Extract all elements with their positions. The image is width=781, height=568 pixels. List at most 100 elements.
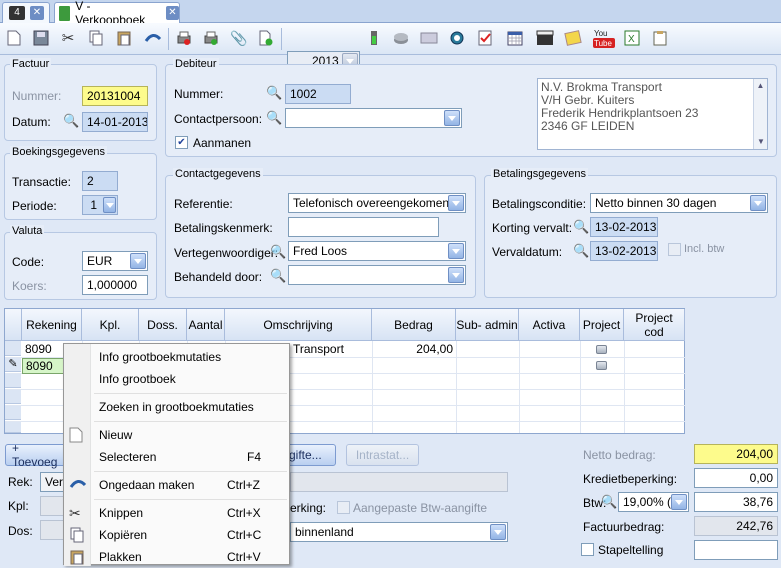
key-icon[interactable]: 🔍 [601,494,617,510]
datum-field[interactable]: 14-01-2013 [82,112,148,132]
toevoegen-button[interactable]: + Toevoeg [5,441,67,469]
project-checkbox[interactable] [596,345,607,354]
menu-item-kopieren[interactable]: Kopiëren Ctrl+C [64,524,289,546]
print-icon[interactable] [174,28,194,48]
col-header[interactable]: Project [580,309,624,341]
col-header[interactable]: Sub- admin [456,309,519,341]
close-icon[interactable]: ✕ [30,6,44,20]
menu-item-selecteren[interactable]: Selecteren F4 [64,446,289,468]
factuur-nummer-field[interactable]: 20131004 [82,86,148,106]
battery-icon[interactable] [364,28,384,48]
paste-icon[interactable] [114,28,134,48]
col-header[interactable]: Omschrijving [225,309,372,341]
menu-item-knippen[interactable]: ✂ Knippen Ctrl+X [64,502,289,524]
col-header[interactable]: Doss. [139,309,187,341]
chevron-down-icon[interactable] [448,195,464,211]
chevron-down-icon[interactable] [448,267,464,283]
menu-item-info-grootboekmutaties[interactable]: Info grootboekmutaties [64,346,289,368]
excel-icon[interactable]: X [622,28,642,48]
tab-verkoopboek[interactable]: V - Verkoopboek ✕ [54,0,180,27]
menu-item-info-grootboek[interactable]: Info grootboek [64,368,289,390]
menu-item-ongedaan[interactable]: Ongedaan maken Ctrl+Z [64,474,289,496]
chevron-down-icon[interactable] [444,110,460,126]
chevron-down-icon[interactable] [130,253,146,269]
menu-item-zoeken[interactable]: Zoeken in grootboekmutaties [64,396,289,418]
clipboard-icon[interactable] [650,28,670,48]
aangepaste-checkbox[interactable] [337,501,350,514]
btw-bedrag-field[interactable]: 38,76 [694,492,778,512]
key-icon[interactable]: 🔍 [573,243,589,259]
key-icon[interactable]: 🔍 [63,113,79,129]
korting-field[interactable]: 13-02-2013 [590,217,658,237]
spinner-icon[interactable] [103,197,116,213]
scroll-up-icon[interactable]: ▲ [754,79,767,93]
koers-field[interactable]: 1,000000 [82,275,148,295]
chevron-down-icon[interactable] [448,243,464,259]
youtube-icon[interactable]: You Tube [592,28,616,48]
bedrag-cell[interactable]: 204,00 [372,342,456,358]
add-document-icon[interactable] [256,28,276,48]
edit-pencil-icon[interactable]: ✎ [5,357,21,372]
copy-icon[interactable] [86,28,106,48]
print-preview-icon[interactable] [201,28,221,48]
undo-icon[interactable] [143,28,163,48]
search-globe-icon[interactable] [447,28,467,48]
btw-code-select[interactable]: 19,00% (3) [618,492,689,512]
key-icon[interactable]: 🔍 [270,244,286,260]
chevron-down-icon[interactable] [490,524,506,540]
scroll-down-icon[interactable]: ▼ [754,135,767,149]
save-icon[interactable] [31,28,51,48]
row-header[interactable] [5,421,21,433]
checklist-icon[interactable] [475,28,495,48]
card-icon[interactable] [419,28,439,48]
row-header[interactable] [5,389,21,404]
debiteur-nummer-field[interactable]: 1002 [285,84,351,104]
vertegenwoordiger-select[interactable]: Fred Loos [288,241,466,261]
omschrijving-cell[interactable]: Transport [290,342,372,358]
key-icon[interactable]: 🔍 [266,110,282,126]
behandeld-select[interactable] [288,265,466,285]
btw-regime-select[interactable]: binnenland [290,522,508,542]
scissors-icon[interactable]: ✂ [58,28,78,48]
chevron-down-icon[interactable] [671,494,687,510]
col-header[interactable]: Kpl. [82,309,139,341]
key-icon[interactable]: 🔍 [266,85,282,101]
key-icon[interactable]: 🔍 [573,219,589,235]
col-header[interactable]: Activa [519,309,580,341]
contactpersoon-select[interactable] [285,108,462,128]
col-header[interactable]: Project cod [624,309,685,341]
clapper-icon[interactable] [535,28,555,48]
betalingsconditie-select[interactable]: Netto binnen 30 dagen [590,193,768,213]
col-header[interactable]: Rekening [22,309,82,341]
referentie-select[interactable]: Telefonisch overeengekomen [288,193,466,213]
col-header[interactable]: Aantal [187,309,225,341]
close-icon[interactable]: ✕ [165,6,179,20]
periode-spinner[interactable]: 1 [82,195,118,215]
stapeltelling-field[interactable] [694,540,778,560]
key-icon[interactable]: 🔍 [270,268,286,284]
rekening-cell-active[interactable]: 8090 [22,358,66,374]
btw-aangifte-button[interactable]: gifte... [286,444,336,466]
col-header[interactable]: Bedrag [372,309,456,341]
project-checkbox[interactable] [596,361,607,370]
kredietbeperking-field[interactable]: 0,00 [694,468,778,488]
coins-icon[interactable] [391,28,411,48]
note-icon[interactable] [563,28,583,48]
tab-home[interactable]: 4 ✕ [2,2,50,23]
vervaldatum-field[interactable]: 13-02-2013 [590,241,658,261]
calendar-icon[interactable] [505,28,525,48]
chevron-down-icon[interactable] [750,195,766,211]
incl-btw-checkbox[interactable] [668,243,681,256]
intrastat-button[interactable]: Intrastat... [346,444,419,466]
row-header[interactable] [5,373,21,388]
new-document-icon[interactable] [4,28,24,48]
aanmanen-checkbox[interactable]: ✔ [175,136,188,149]
bedrag-cell[interactable] [372,358,456,374]
row-header[interactable] [5,341,21,356]
address-scrollbar[interactable]: ▲ ▼ [753,79,767,149]
stapeltelling-checkbox[interactable] [581,543,594,556]
betalingskenmerk-field[interactable] [288,217,439,237]
menu-item-nieuw[interactable]: Nieuw [64,424,289,446]
attachment-icon[interactable]: 📎 [229,28,249,48]
valuta-code-select[interactable]: EUR [82,251,148,271]
